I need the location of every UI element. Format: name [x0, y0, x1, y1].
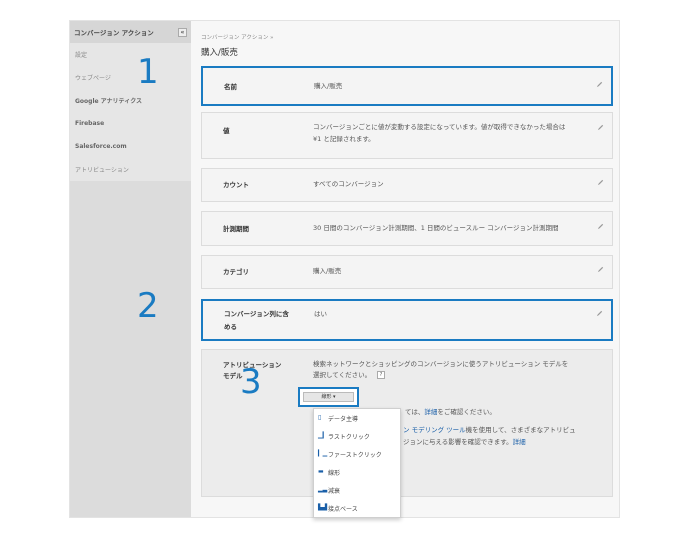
main-content: コンバージョン アクション » 購入/販売 名前 購入/販売 値 コンバージョン… — [191, 21, 619, 518]
attribution-model-dropdown: ▯ データ主導 ▁▎ ラストクリック ▎▁ ファーストクリック ▬ 線形 ▂▃ 減衰 ▙▟… — [313, 408, 401, 518]
attribution-description-line2: 選択してください。 — [313, 371, 372, 379]
row-include-in-conversions[interactable]: コンバージョン列に含 める はい — [201, 299, 613, 341]
details-link[interactable]: 詳細 — [424, 408, 437, 416]
row-count[interactable]: カウント すべてのコンバージョン — [201, 168, 613, 202]
row-name[interactable]: 名前 購入/販売 — [201, 66, 613, 106]
sidebar-item-webpage[interactable]: ウェブページ — [70, 66, 191, 89]
row-value-setting[interactable]: 値 コンバージョンごとに値が変動する設定になっています。値が取得できなかった場合… — [201, 112, 613, 159]
menu-item-time-decay[interactable]: ▂▃ 減衰 — [314, 481, 400, 499]
row-category[interactable]: カテゴリ 購入/販売 — [201, 255, 613, 289]
data-driven-icon: ▯ — [318, 414, 322, 421]
row-label: カウント — [223, 181, 249, 189]
sidebar-item-salesforce[interactable]: Salesforce.com — [70, 135, 191, 158]
sidebar-item-attribution[interactable]: アトリビューション — [70, 158, 191, 181]
sidebar-item-settings[interactable]: 設定 — [70, 43, 191, 66]
row-label: 値 — [223, 127, 230, 135]
modeling-tool-link[interactable]: ン モデリング ツール — [403, 426, 466, 434]
pencil-icon[interactable] — [597, 179, 604, 186]
details-link[interactable]: 詳細 — [513, 438, 526, 446]
attribution-model-select[interactable]: 線形 ▾ — [303, 392, 354, 402]
sidebar-title: コンバージョン アクション — [74, 29, 154, 37]
attribution-modeling-text-line1: ン モデリング ツール機を使用して、さまざまなアトリビュ — [403, 426, 576, 434]
position-based-icon: ▙▟ — [318, 504, 328, 511]
help-icon[interactable]: ? — [377, 371, 385, 379]
pencil-icon[interactable] — [597, 223, 604, 230]
collapse-icon[interactable]: « — [178, 27, 187, 37]
time-decay-icon: ▂▃ — [318, 486, 328, 493]
row-label: 名前 — [224, 83, 237, 91]
breadcrumb[interactable]: コンバージョン アクション » — [201, 33, 273, 41]
sidebar-item-google-analytics[interactable]: Google アナリティクス — [70, 89, 191, 112]
first-click-icon: ▎▁ — [318, 450, 328, 457]
menu-item-first-click[interactable]: ▎▁ ファーストクリック — [314, 445, 400, 463]
row-attribution-model: アトリビューション モデル 検索ネットワークとショッピングのコンバージョンに使う… — [201, 349, 613, 518]
pencil-icon[interactable] — [596, 81, 603, 88]
annotation-number-3: 3 — [240, 362, 262, 402]
row-value-line2: ¥1 と記録されます。 — [313, 135, 375, 143]
sidebar-header: コンバージョン アクション « — [70, 21, 191, 43]
row-label: 計測期間 — [223, 225, 249, 233]
attribution-info-text: ては、詳細をご確認ください。 — [405, 408, 496, 416]
row-value: 購入/販売 — [314, 82, 343, 90]
attribution-description-line1: 検索ネットワークとショッピングのコンバージョンに使うアトリビューション モデルを — [313, 360, 569, 368]
annotation-number-1: 1 — [137, 52, 159, 92]
pencil-icon[interactable] — [596, 310, 603, 317]
row-value: 購入/販売 — [313, 267, 342, 275]
annotation-number-2: 2 — [137, 286, 159, 326]
menu-item-position-based[interactable]: ▙▟ 接点ベース — [314, 499, 400, 517]
linear-icon: ▬ — [318, 468, 324, 475]
row-label-line2: める — [224, 323, 237, 331]
row-label: カテゴリ — [223, 268, 249, 276]
sidebar: コンバージョン アクション « 設定 ウェブページ Google アナリティクス… — [70, 21, 191, 517]
app-frame: コンバージョン アクション « 設定 ウェブページ Google アナリティクス… — [69, 20, 620, 518]
page-title: 購入/販売 — [201, 48, 238, 58]
pencil-icon[interactable] — [597, 266, 604, 273]
sidebar-item-firebase[interactable]: Firebase — [70, 112, 191, 135]
row-label-line1: コンバージョン列に含 — [224, 310, 289, 318]
pencil-icon[interactable] — [597, 124, 604, 131]
last-click-icon: ▁▎ — [318, 432, 328, 439]
menu-item-last-click[interactable]: ▁▎ ラストクリック — [314, 427, 400, 445]
row-conversion-window[interactable]: 計測期間 30 日間のコンバージョン計測期間、1 日間のビュースルー コンバージ… — [201, 211, 613, 246]
row-value: はい — [314, 310, 327, 318]
attribution-modeling-text-line2: ジョンに与える影響を確認できます。詳細 — [403, 438, 526, 446]
attribution-model-select-highlight: 線形 ▾ — [298, 387, 359, 407]
row-value-line1: コンバージョンごとに値が変動する設定になっています。値が取得できなかった場合は — [313, 123, 566, 131]
row-value: 30 日間のコンバージョン計測期間、1 日間のビュースルー コンバージョン計測期… — [313, 224, 559, 232]
row-value: すべてのコンバージョン — [313, 180, 384, 188]
menu-item-linear[interactable]: ▬ 線形 — [314, 463, 400, 481]
menu-item-data-driven[interactable]: ▯ データ主導 — [314, 409, 400, 427]
sidebar-filler — [70, 181, 191, 517]
